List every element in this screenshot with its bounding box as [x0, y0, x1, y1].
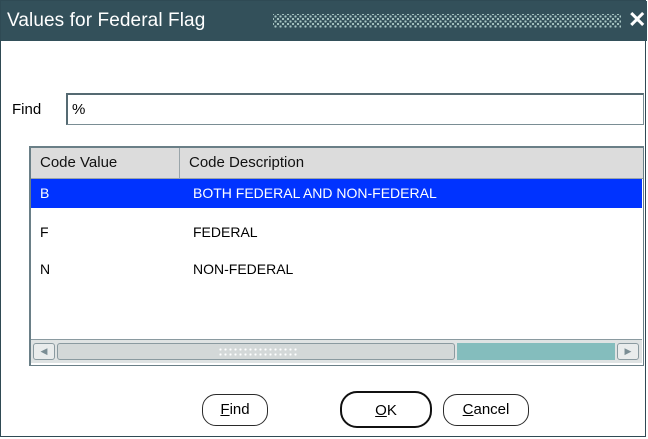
table-row[interactable]: F FEDERAL: [31, 218, 642, 247]
ok-button[interactable]: OK: [340, 391, 432, 428]
grid-header: Code Value Code Description: [31, 148, 643, 179]
code-description-cell: NON-FEDERAL: [193, 261, 294, 277]
table-row[interactable]: N NON-FEDERAL: [31, 255, 642, 284]
code-value-cell: F: [40, 224, 49, 240]
code-description-cell: FEDERAL: [193, 224, 258, 240]
horizontal-scrollbar[interactable]: ◀ ▶: [31, 339, 642, 363]
ok-button-mnemonic: O: [375, 402, 387, 419]
window-title: Values for Federal Flag: [7, 10, 206, 31]
scroll-thumb-grip: [218, 347, 298, 356]
find-button-mnemonic: F: [220, 401, 230, 418]
cancel-button-label: ancel: [473, 401, 510, 418]
find-button-label: ind: [229, 401, 250, 418]
scroll-thumb[interactable]: [57, 343, 455, 360]
column-header-code-description[interactable]: Code Description: [180, 148, 640, 178]
close-icon[interactable]: ✕: [628, 7, 646, 33]
code-description-cell: BOTH FEDERAL AND NON-FEDERAL: [193, 185, 437, 201]
title-bar-grip: [273, 14, 621, 28]
code-value-cell: B: [40, 185, 50, 201]
find-input[interactable]: [66, 93, 644, 125]
values-grid: Code Value Code Description B BOTH FEDER…: [29, 146, 644, 366]
scroll-left-arrow-icon[interactable]: ◀: [33, 343, 55, 360]
table-row[interactable]: B BOTH FEDERAL AND NON-FEDERAL: [31, 179, 642, 208]
ok-button-label: K: [386, 402, 397, 419]
column-header-code-value[interactable]: Code Value: [31, 148, 180, 178]
title-bar[interactable]: Values for Federal Flag ✕: [1, 1, 647, 41]
lov-dialog: Values for Federal Flag ✕ Find Code Valu…: [0, 0, 647, 437]
find-button[interactable]: Find: [202, 394, 268, 426]
cancel-button-mnemonic: C: [462, 401, 474, 418]
code-value-cell: N: [40, 261, 51, 277]
cancel-button[interactable]: Cancel: [443, 394, 529, 426]
scroll-right-arrow-icon[interactable]: ▶: [617, 343, 639, 360]
scroll-track[interactable]: [457, 343, 615, 360]
find-label: Find: [12, 101, 42, 118]
